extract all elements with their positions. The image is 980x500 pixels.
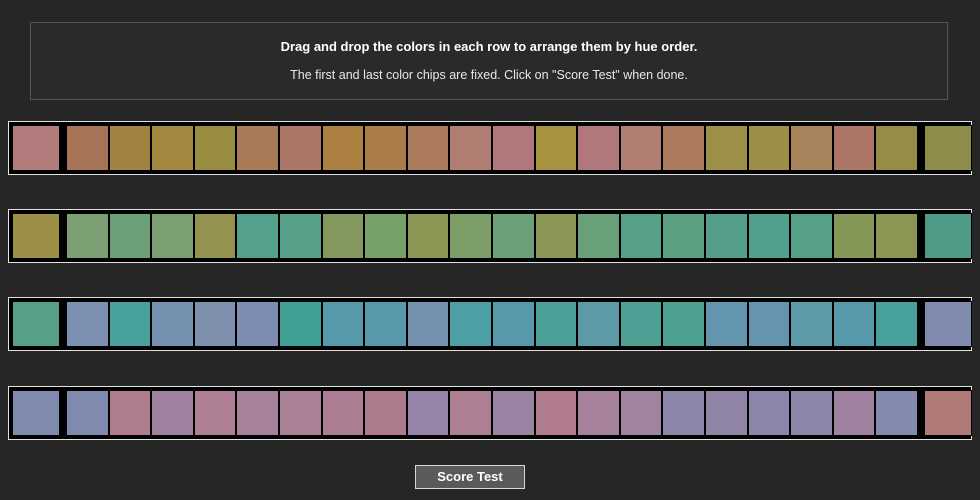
color-chip[interactable]: [577, 213, 620, 259]
color-chip[interactable]: [491, 213, 535, 259]
color-chip[interactable]: [832, 125, 876, 171]
color-chip[interactable]: [449, 125, 492, 171]
color-chip[interactable]: [491, 301, 535, 347]
color-chip-fixed-last: [923, 213, 972, 259]
color-chip[interactable]: [66, 301, 109, 347]
color-chip[interactable]: [321, 213, 365, 259]
color-chip[interactable]: [151, 301, 194, 347]
color-chip[interactable]: [832, 301, 876, 347]
color-chip[interactable]: [406, 301, 450, 347]
color-chip[interactable]: [151, 390, 194, 436]
color-chip[interactable]: [66, 390, 109, 436]
color-chip[interactable]: [321, 301, 365, 347]
color-chip-fixed-last: [923, 390, 972, 436]
color-chip[interactable]: [193, 301, 237, 347]
color-chip[interactable]: [704, 125, 748, 171]
color-chip[interactable]: [278, 301, 322, 347]
color-chip[interactable]: [66, 125, 109, 171]
color-chip-fixed-first: [12, 301, 60, 347]
color-chip[interactable]: [619, 125, 663, 171]
hue-row-2: [8, 209, 972, 263]
hue-row-4: [8, 386, 972, 440]
color-chip[interactable]: [364, 125, 407, 171]
color-chip[interactable]: [364, 213, 407, 259]
color-chip[interactable]: [278, 213, 322, 259]
color-chip[interactable]: [406, 125, 450, 171]
color-chip[interactable]: [790, 390, 833, 436]
color-chip[interactable]: [491, 390, 535, 436]
color-chip[interactable]: [406, 213, 450, 259]
instruction-panel: Drag and drop the colors in each row to …: [30, 22, 948, 100]
color-chip[interactable]: [790, 125, 833, 171]
color-chip[interactable]: [236, 125, 279, 171]
color-chip[interactable]: [151, 213, 194, 259]
color-chip[interactable]: [278, 390, 322, 436]
color-chip[interactable]: [790, 301, 833, 347]
color-chip[interactable]: [108, 213, 152, 259]
color-chip[interactable]: [875, 125, 918, 171]
color-chip[interactable]: [534, 390, 578, 436]
color-chip[interactable]: [364, 390, 407, 436]
color-chip[interactable]: [364, 301, 407, 347]
color-chip[interactable]: [491, 125, 535, 171]
color-chip[interactable]: [704, 390, 748, 436]
color-chip[interactable]: [577, 390, 620, 436]
color-chip[interactable]: [704, 213, 748, 259]
color-chip[interactable]: [747, 125, 791, 171]
color-chip[interactable]: [236, 301, 279, 347]
color-chip[interactable]: [747, 390, 791, 436]
color-chip[interactable]: [66, 213, 109, 259]
color-chip-fixed-last: [923, 125, 972, 171]
color-chip[interactable]: [534, 213, 578, 259]
color-chip[interactable]: [278, 125, 322, 171]
color-chip[interactable]: [193, 213, 237, 259]
color-chip[interactable]: [790, 213, 833, 259]
color-chip[interactable]: [151, 125, 194, 171]
color-chip-fixed-first: [12, 213, 60, 259]
color-chip-fixed-first: [12, 390, 60, 436]
color-chip[interactable]: [108, 125, 152, 171]
color-chip-fixed-last: [923, 301, 972, 347]
color-chip[interactable]: [236, 390, 279, 436]
hue-row-3: [8, 297, 972, 351]
color-chip[interactable]: [193, 125, 237, 171]
color-chip[interactable]: [321, 390, 365, 436]
color-chip[interactable]: [577, 125, 620, 171]
color-chip[interactable]: [662, 301, 705, 347]
color-chip[interactable]: [449, 213, 492, 259]
color-chip[interactable]: [321, 125, 365, 171]
color-chip[interactable]: [875, 213, 918, 259]
color-chip[interactable]: [662, 125, 705, 171]
score-test-button[interactable]: Score Test: [415, 465, 525, 489]
instruction-primary-text: Drag and drop the colors in each row to …: [280, 39, 698, 54]
color-chip[interactable]: [108, 390, 152, 436]
color-chip[interactable]: [619, 390, 663, 436]
instruction-secondary-text: The first and last color chips are fixed…: [290, 68, 688, 82]
color-chip[interactable]: [108, 301, 152, 347]
color-chip[interactable]: [619, 213, 663, 259]
color-chip[interactable]: [577, 301, 620, 347]
color-chip[interactable]: [406, 390, 450, 436]
color-chip[interactable]: [449, 301, 492, 347]
color-chip[interactable]: [704, 301, 748, 347]
color-chip-fixed-first: [12, 125, 60, 171]
color-chip[interactable]: [747, 213, 791, 259]
color-chip[interactable]: [534, 301, 578, 347]
color-chip[interactable]: [832, 213, 876, 259]
hue-row-1: [8, 121, 972, 175]
color-chip[interactable]: [832, 390, 876, 436]
color-chip[interactable]: [875, 390, 918, 436]
color-chip[interactable]: [619, 301, 663, 347]
color-chip[interactable]: [662, 213, 705, 259]
color-chip[interactable]: [193, 390, 237, 436]
color-chip[interactable]: [662, 390, 705, 436]
color-chip[interactable]: [875, 301, 918, 347]
color-chip[interactable]: [747, 301, 791, 347]
color-chip[interactable]: [236, 213, 279, 259]
color-chip[interactable]: [534, 125, 578, 171]
color-chip[interactable]: [449, 390, 492, 436]
